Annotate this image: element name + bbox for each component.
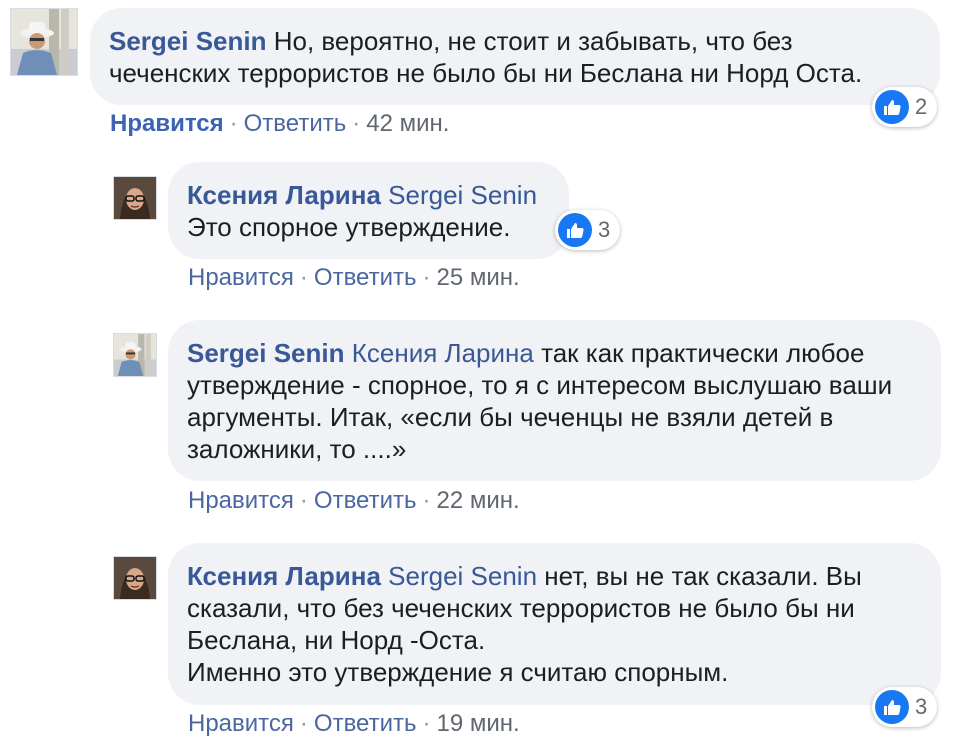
reply-button[interactable]: Ответить xyxy=(244,110,347,137)
separator-dot: · xyxy=(299,487,308,514)
profile-photo-man-in-hat-icon xyxy=(114,334,156,376)
comment-timestamp[interactable]: 22 мин. xyxy=(437,487,520,514)
comment-timestamp[interactable]: 42 мин. xyxy=(366,110,449,137)
comment-author-link[interactable]: Ксения Ларина xyxy=(187,180,381,210)
mention-link[interactable]: Ксения Ларина xyxy=(352,338,534,368)
comment-timestamp[interactable]: 19 мин. xyxy=(437,710,520,737)
comment-bubble: Ксения Ларина Sergei Senin нет, вы не та… xyxy=(168,543,941,705)
separator-dot: · xyxy=(299,264,308,291)
comment-actions: Нравится · Ответить · 42 мин. xyxy=(110,109,449,139)
separator-dot: · xyxy=(229,110,238,137)
profile-photo-woman-glasses-icon xyxy=(114,557,156,599)
like-button[interactable]: Нравится xyxy=(188,264,294,291)
reaction-count: 3 xyxy=(598,217,611,242)
comment-actions: Нравится · Ответить · 22 мин. xyxy=(188,486,520,516)
reaction-count-button[interactable]: 3 xyxy=(872,687,938,727)
comment-actions: Нравится · Ответить · 19 мин. xyxy=(188,709,520,739)
reply-button[interactable]: Ответить xyxy=(314,487,417,514)
thumbs-up-icon xyxy=(875,690,909,724)
comment-text: Это спорное утверждение. xyxy=(187,212,511,242)
comment-bubble: Sergei Senin Но, вероятно, не стоит и за… xyxy=(90,8,940,105)
comment-timestamp[interactable]: 25 мин. xyxy=(437,264,520,291)
reaction-count-button[interactable]: 2 xyxy=(872,87,938,127)
mention-link[interactable]: Sergei Senin xyxy=(388,180,537,210)
separator-dot: · xyxy=(299,710,308,737)
comment-bubble: Ксения Ларина Sergei Senin Это спорное у… xyxy=(168,162,569,259)
reaction-count: 2 xyxy=(915,94,928,119)
like-button[interactable]: Нравится xyxy=(188,487,294,514)
reaction-count: 3 xyxy=(915,694,928,719)
profile-photo-man-in-hat-icon xyxy=(11,9,77,75)
separator-dot: · xyxy=(352,110,361,137)
comment-author-link[interactable]: Sergei Senin xyxy=(109,26,267,56)
reaction-count-button[interactable]: 3 xyxy=(555,210,621,250)
separator-dot: · xyxy=(422,710,431,737)
thumbs-up-icon xyxy=(558,213,592,247)
like-button[interactable]: Нравится xyxy=(110,110,224,137)
avatar[interactable] xyxy=(113,556,157,600)
reply-button[interactable]: Ответить xyxy=(314,264,417,291)
thumbs-up-icon xyxy=(875,90,909,124)
comment-author-link[interactable]: Sergei Senin xyxy=(187,338,345,368)
separator-dot: · xyxy=(422,487,431,514)
avatar[interactable] xyxy=(113,176,157,220)
comment-text-block: Ксения Ларина Sergei Senin Это спорное у… xyxy=(187,179,551,243)
comment-text-block: Ксения Ларина Sergei Senin нет, вы не та… xyxy=(187,560,923,688)
comment-actions: Нравится · Ответить · 25 мин. xyxy=(188,263,520,293)
avatar[interactable] xyxy=(113,333,157,377)
comment-text-block: Sergei Senin Но, вероятно, не стоит и за… xyxy=(109,25,920,89)
comment-author-link[interactable]: Ксения Ларина xyxy=(187,561,381,591)
comment-bubble: Sergei Senin Ксения Ларина так как практ… xyxy=(168,320,941,481)
profile-photo-woman-glasses-icon xyxy=(114,177,156,219)
reply-button[interactable]: Ответить xyxy=(314,710,417,737)
like-button[interactable]: Нравится xyxy=(188,710,294,737)
comment-text-block: Sergei Senin Ксения Ларина так как практ… xyxy=(187,337,923,465)
mention-link[interactable]: Sergei Senin xyxy=(388,561,537,591)
separator-dot: · xyxy=(422,264,431,291)
avatar[interactable] xyxy=(10,8,78,76)
